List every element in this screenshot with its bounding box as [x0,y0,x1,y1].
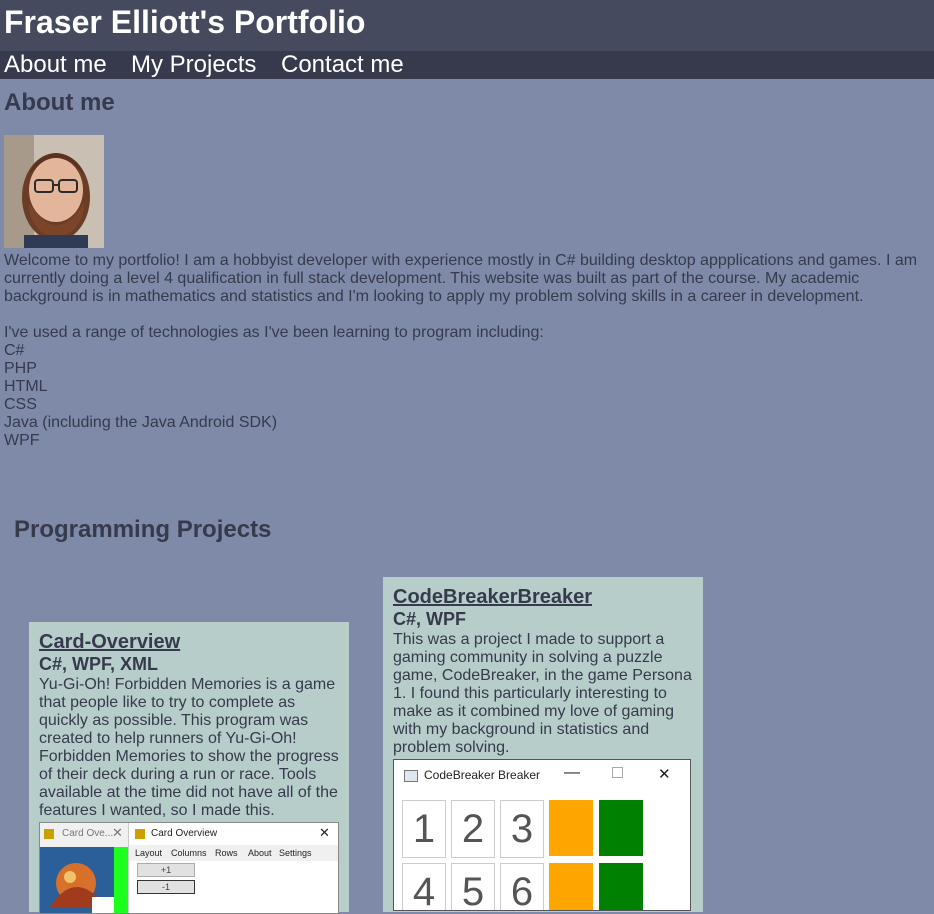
menu-item: Layout [135,848,163,858]
about-section: Welcome to my portfolio! I am a hobbyist… [4,252,928,450]
menu-bar: Layout Columns Rows About Settings [129,845,338,861]
project-description: This was a project I made to support a g… [393,631,692,756]
digit-cell: 5 [451,863,495,910]
increment-button: +1 [137,863,195,877]
maximize-icon [612,767,623,778]
green-cell [599,800,643,856]
menu-item: Settings [279,848,312,858]
project-screenshot: Card Ove... ✕ Card Overview ✕ Layout Col… [39,822,339,914]
digit-cell: 2 [451,800,495,858]
minimize-icon: — [564,764,580,781]
screenshot-tab-label: Card Ove... [62,828,114,839]
card-art [40,847,114,913]
menu-item: About [248,848,272,858]
list-item: WPF [4,432,40,449]
green-strip [114,847,128,913]
digit-cell: 4 [402,863,446,910]
list-item: C# [4,342,25,359]
nav-my-projects[interactable]: My Projects [131,51,256,79]
nav-about-me[interactable]: About me [4,51,107,79]
list-item: Java (including the Java Android SDK) [4,414,278,431]
site-header: Fraser Elliott's Portfolio [0,0,934,51]
orange-cell [549,863,593,910]
window-title: Card Overview [151,828,218,839]
project-card-codebreakerbreaker: CodeBreakerBreaker C#, WPF This was a pr… [383,577,703,912]
decrement-button: -1 [137,880,195,894]
main-nav: About me My Projects Contact me [0,51,934,79]
menu-item: Columns [171,848,207,858]
tech-intro: I've used a range of technologies as I'v… [4,324,544,341]
project-tech: C#, WPF, XML [39,654,159,674]
project-title-link[interactable]: CodeBreakerBreaker [393,585,693,609]
close-icon: ✕ [112,825,123,840]
list-item: HTML [4,378,48,395]
list-item: CSS [4,396,37,413]
tech-list: C# PHP HTML CSS Java (including the Java… [4,342,928,450]
digit-cell: 6 [500,863,544,910]
about-intro: Welcome to my portfolio! I am a hobbyist… [4,252,918,305]
projects-heading: Programming Projects [14,516,272,543]
project-card-card-overview: Card-Overview C#, WPF, XML Yu-Gi-Oh! For… [29,622,349,914]
site-title: Fraser Elliott's Portfolio [4,4,366,40]
close-icon: ✕ [658,766,671,783]
close-icon: ✕ [319,825,330,840]
app-icon [135,829,145,839]
project-description: Yu-Gi-Oh! Forbidden Memories is a game t… [39,676,339,819]
about-heading: About me [4,89,115,116]
list-item: PHP [4,360,37,377]
window-titlebar: CodeBreaker Breaker — ✕ [394,760,690,792]
digit-cell: 1 [402,800,446,858]
project-title-link[interactable]: Card-Overview [39,630,339,654]
project-tech: C#, WPF [393,609,467,629]
app-icon [404,770,418,782]
menu-item: Rows [215,848,238,858]
window-title: CodeBreaker Breaker [424,768,541,782]
screenshot-window: Card Overview ✕ Layout Columns Rows Abou… [129,823,338,913]
app-icon [44,829,54,839]
orange-cell [549,800,593,856]
nav-contact-me[interactable]: Contact me [281,51,404,79]
screenshot-tab-panel: Card Ove... ✕ [40,823,129,913]
digit-cell: 3 [500,800,544,858]
profile-photo [4,135,104,248]
project-screenshot: CodeBreaker Breaker — ✕ 1 2 3 4 5 6 [393,759,691,911]
green-cell [599,863,643,910]
